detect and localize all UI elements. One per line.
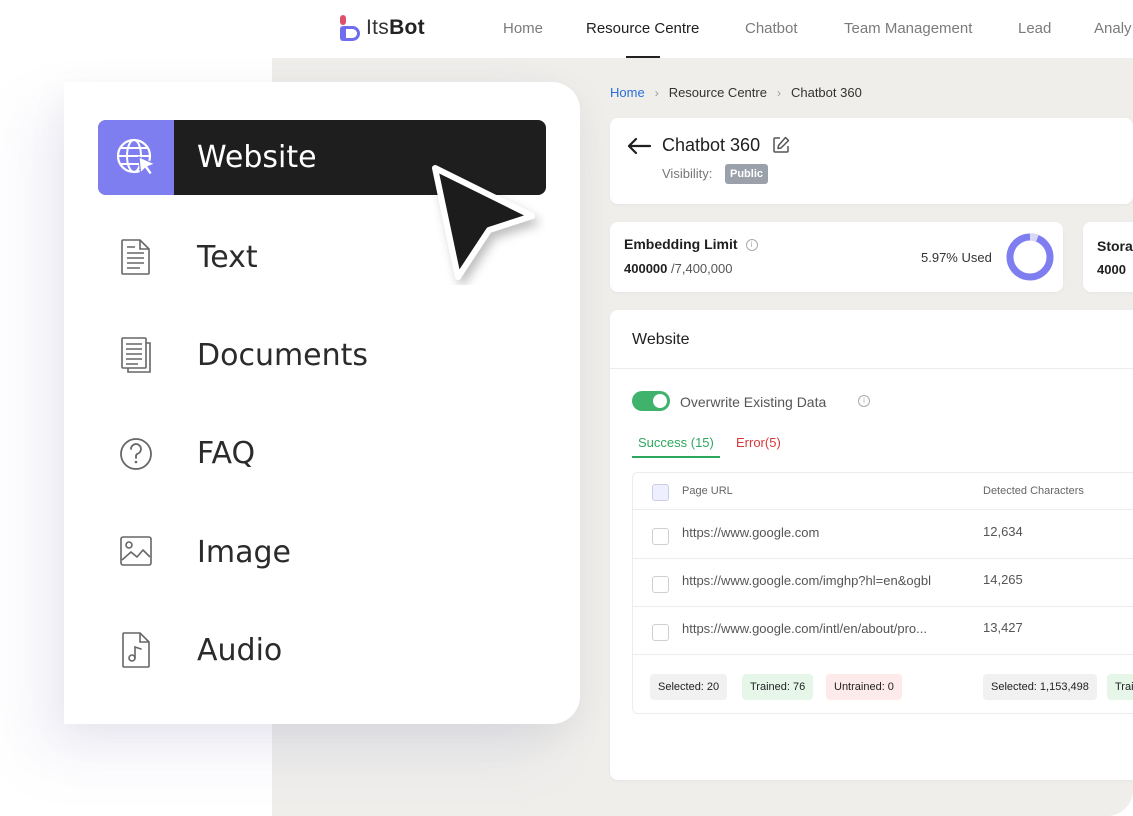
logo-text: ItsBot [366,16,425,39]
untrained-count-badge: Untrained: 0 [826,674,902,700]
row-url[interactable]: https://www.google.com/intl/en/about/pro… [682,621,927,636]
embedding-limit-title: Embedding Limit i [624,236,758,252]
table-row: https://www.google.com/imghp?hl=en&ogbl … [633,558,1133,607]
tab-error[interactable]: Error(5) [736,435,781,450]
url-table: Page URL Detected Characters https://www… [632,472,1133,714]
logo-mark-icon [338,14,364,42]
chevron-right-icon: › [776,85,781,100]
info-icon[interactable]: i [745,239,758,252]
embedding-limit-value: 400000 /7,400,000 [624,261,733,276]
visibility-badge: Public [725,164,769,184]
menu-item-image[interactable]: Image [197,535,291,570]
row-url[interactable]: https://www.google.com [682,525,819,540]
nav-home[interactable]: Home [503,20,543,37]
trained-characters-badge: Trai [1107,674,1133,700]
row-characters: 12,634 [983,524,1023,539]
row-checkbox[interactable] [652,528,669,545]
itsbot-logo[interactable]: ItsBot [338,12,425,44]
menu-item-faq[interactable]: FAQ [197,436,255,471]
breadcrumb-current: Chatbot 360 [790,85,862,100]
mouse-pointer-icon [432,165,535,280]
selected-count-badge: Selected: 20 [650,674,728,700]
text-document-icon [121,239,150,275]
row-checkbox[interactable] [652,576,669,593]
edit-icon[interactable] [772,136,790,154]
row-url[interactable]: https://www.google.com/imghp?hl=en&ogbl [682,573,931,588]
tab-success[interactable]: Success (15) [632,435,720,458]
chevron-right-icon: › [654,85,659,100]
breadcrumb-resource-centre[interactable]: Resource Centre [669,85,767,100]
website-panel: Website Overwrite Existing Data i Succes… [610,310,1133,780]
embedding-limit-card: Embedding Limit i 400000 /7,400,000 5.97%… [610,222,1063,292]
image-icon [120,536,152,566]
website-panel-title: Website [632,331,690,348]
trained-count-badge: Trained: 76 [742,674,814,700]
overwrite-toggle[interactable] [632,391,670,411]
nav-analytics[interactable]: Analy [1094,20,1132,37]
nav-resource-centre[interactable]: Resource Centre [586,20,699,37]
question-icon [120,438,152,470]
globe-cursor-icon [116,138,157,176]
back-arrow-icon[interactable] [626,136,652,156]
table-row: https://www.google.com 12,634 [633,510,1133,559]
menu-item-documents[interactable]: Documents [197,338,368,373]
nav-chatbot[interactable]: Chatbot [745,20,798,37]
nav-lead[interactable]: Lead [1018,20,1051,37]
row-characters: 14,265 [983,572,1023,587]
storage-value: 4000 [1097,262,1126,277]
overwrite-label: Overwrite Existing Data [680,394,827,410]
info-icon[interactable]: i [858,395,870,407]
row-characters: 13,427 [983,620,1023,635]
menu-item-text[interactable]: Text [197,240,258,275]
embedding-used-percent: 5.97% Used [921,250,992,265]
top-navbar: ItsBot Home Resource Centre Chatbot Team… [0,0,1133,58]
breadcrumb: Home › Resource Centre › Chatbot 360 [610,85,862,100]
audio-file-icon [122,632,150,668]
storage-card: Stora 4000 [1083,222,1133,292]
page-title: Chatbot 360 [662,135,761,155]
column-detected-characters: Detected Characters [983,485,1084,497]
visibility-label: Visibility: [662,166,713,181]
divider [610,368,1133,369]
breadcrumb-home[interactable]: Home [610,85,645,100]
select-all-checkbox[interactable] [652,484,669,501]
row-checkbox[interactable] [652,624,669,641]
table-header: Page URL Detected Characters [633,473,1133,510]
documents-icon [121,337,151,373]
column-page-url: Page URL [682,485,733,497]
selected-characters-badge: Selected: 1,153,498 [983,674,1097,700]
storage-title: Stora [1097,238,1133,254]
menu-item-audio[interactable]: Audio [197,633,282,668]
menu-icon-box [98,120,174,195]
menu-label-website: Website [197,140,317,175]
usage-donut-chart [1006,233,1054,281]
nav-team-management[interactable]: Team Management [844,20,972,37]
table-row: https://www.google.com/intl/en/about/pro… [633,606,1133,655]
chatbot-header-card: Chatbot 360 Visibility: Public [610,118,1133,204]
